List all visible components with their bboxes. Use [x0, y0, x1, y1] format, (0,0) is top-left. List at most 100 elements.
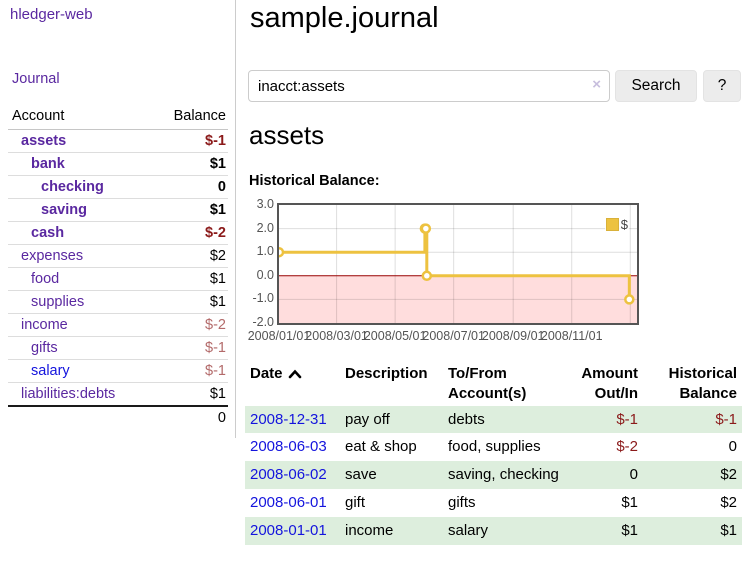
accounts-total-value: 0 — [151, 406, 228, 429]
account-link-bank[interactable]: bank — [31, 156, 65, 172]
account-balance: $1 — [151, 383, 228, 407]
transaction-date-link[interactable]: 2008-06-01 — [250, 494, 327, 511]
search-button[interactable]: Search — [615, 70, 697, 102]
search-box: × — [248, 70, 610, 102]
transaction-description: income — [340, 517, 443, 545]
account-row: supplies $1 — [8, 291, 228, 314]
chart-section-label: Historical Balance: — [249, 173, 380, 189]
account-link-supplies[interactable]: supplies — [31, 294, 84, 310]
transaction-balance: $1 — [643, 517, 742, 545]
account-balance: $-2 — [151, 314, 228, 337]
clear-search-icon[interactable]: × — [592, 76, 601, 93]
register-header-balance: Historical Balance — [643, 362, 742, 406]
app-title-link[interactable]: hledger-web — [10, 6, 93, 23]
account-row: bank$1 — [8, 153, 228, 176]
transaction-date-link[interactable]: 2008-12-31 — [250, 411, 327, 428]
y-tick-label: -1.0 — [248, 291, 274, 305]
x-tick-label: 2008/03/01 — [305, 329, 369, 343]
register-row: 2008-06-01 gift gifts $1 $2 — [245, 489, 742, 517]
account-balance: $1 — [151, 268, 228, 291]
sort-ascending-icon — [288, 369, 302, 379]
account-balance: 0 — [151, 176, 228, 199]
account-row: food $1 — [8, 268, 228, 291]
transaction-amount: $-2 — [565, 433, 643, 461]
page-title: sample.journal — [250, 2, 439, 35]
transaction-description: save — [340, 461, 443, 489]
account-row: gifts $-1 — [8, 337, 228, 360]
y-tick-label: 1.0 — [248, 244, 274, 258]
account-row: liabilities:debts $1 — [8, 383, 228, 407]
x-tick-label: 2008/05/01 — [363, 329, 427, 343]
x-tick-label: 2008/11/01 — [540, 329, 604, 343]
legend-swatch-icon — [606, 218, 619, 231]
sidebar-item-journal[interactable]: Journal — [12, 71, 60, 87]
account-link-salary[interactable]: salary — [31, 363, 70, 379]
account-link-cash[interactable]: cash — [31, 225, 64, 241]
accounts-table: Account Balance assets$-1 bank$1 checkin… — [8, 105, 228, 429]
account-balance: $-1 — [151, 130, 228, 153]
main-content: sample.journal × Search ? assets Histori… — [248, 0, 742, 582]
register-header-date[interactable]: Date — [245, 362, 340, 406]
account-link-income[interactable]: income — [21, 317, 68, 333]
register-row: 2008-01-01 income salary $1 $1 — [245, 517, 742, 545]
transaction-date-link[interactable]: 2008-01-01 — [250, 522, 327, 539]
account-balance: $2 — [151, 245, 228, 268]
account-row: assets $-1 — [8, 130, 228, 153]
transaction-balance: 0 — [643, 433, 742, 461]
x-tick-label: 2008/01/01 — [247, 329, 311, 343]
account-balance: $1 — [151, 291, 228, 314]
account-balance: $-1 — [151, 360, 228, 383]
y-tick-label: 0.0 — [248, 268, 274, 282]
account-link-checking[interactable]: checking — [41, 179, 104, 195]
transaction-amount: $1 — [565, 489, 643, 517]
account-balance: $-2 — [151, 222, 228, 245]
register-row: 2008-06-02 save saving, checking 0 $2 — [245, 461, 742, 489]
transaction-date-link[interactable]: 2008-06-03 — [250, 438, 327, 455]
transaction-amount: 0 — [565, 461, 643, 489]
account-balance: $1 — [151, 199, 228, 222]
search-form: × Search ? — [248, 70, 742, 102]
account-link-expenses[interactable]: expenses — [21, 248, 83, 264]
account-link-gifts[interactable]: gifts — [31, 340, 58, 356]
account-row: saving $1 — [8, 199, 228, 222]
transaction-accounts: saving, checking — [443, 461, 565, 489]
register-header-row: Date Description To/From Account(s) Amou… — [245, 362, 742, 406]
register-row: 2008-12-31 pay off debts $-1 $-1 — [245, 406, 742, 434]
account-row: cash $-2 — [8, 222, 228, 245]
x-tick-label: 2008/07/01 — [422, 329, 486, 343]
transaction-amount: $1 — [565, 517, 643, 545]
account-heading: assets — [249, 120, 324, 151]
account-link-food[interactable]: food — [31, 271, 59, 287]
register-row: 2008-06-03 eat & shop food, supplies $-2… — [245, 433, 742, 461]
account-link-assets[interactable]: assets — [21, 133, 66, 149]
account-row: income $-2 — [8, 314, 228, 337]
chart-legend: $ — [605, 217, 629, 232]
account-row: expenses $2 — [8, 245, 228, 268]
data-point-marker — [422, 225, 430, 233]
account-balance: $-1 — [151, 337, 228, 360]
legend-series-label: $ — [621, 217, 628, 232]
transaction-balance: $2 — [643, 461, 742, 489]
account-link-liabilities-debts[interactable]: liabilities:debts — [21, 386, 115, 402]
search-input[interactable] — [248, 70, 610, 102]
transaction-date-link[interactable]: 2008-06-02 — [250, 466, 327, 483]
sidebar: hledger-web Journal Account Balance asse… — [0, 0, 236, 438]
register-header-description: Description — [340, 362, 443, 406]
account-link-saving[interactable]: saving — [41, 202, 87, 218]
transaction-balance: $2 — [643, 489, 742, 517]
register-table: Date Description To/From Account(s) Amou… — [245, 362, 742, 545]
chart-plot-area: $ — [277, 203, 639, 325]
help-button[interactable]: ? — [703, 70, 741, 102]
account-row: salary $-1 — [8, 360, 228, 383]
transaction-accounts: debts — [443, 406, 565, 434]
y-tick-label: 3.0 — [248, 197, 274, 211]
transaction-amount: $-1 — [565, 406, 643, 434]
y-tick-label: -2.0 — [248, 315, 274, 329]
accounts-header-balance: Balance — [151, 105, 228, 130]
accounts-header-account: Account — [8, 105, 151, 130]
account-row: checking 0 — [8, 176, 228, 199]
transaction-accounts: salary — [443, 517, 565, 545]
accounts-total-row: 0 — [8, 406, 228, 429]
data-point-marker — [423, 272, 431, 280]
transaction-description: eat & shop — [340, 433, 443, 461]
